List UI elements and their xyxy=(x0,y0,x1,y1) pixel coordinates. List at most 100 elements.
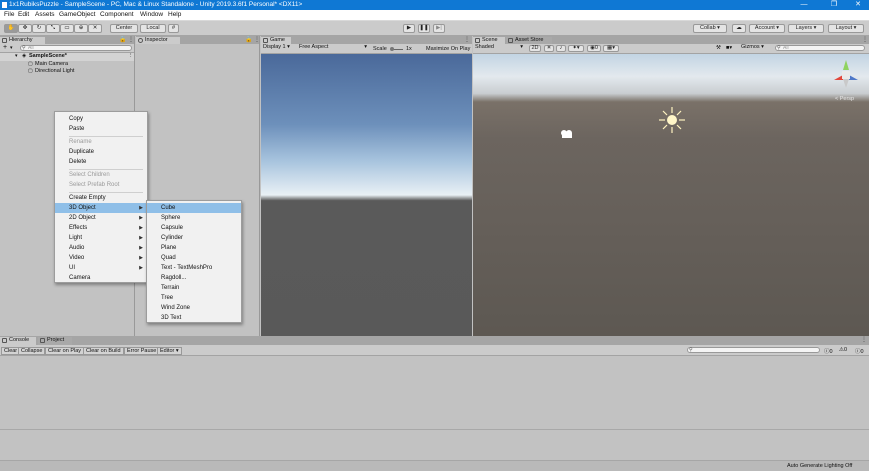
log-count-toggle[interactable]: ⓘ0 xyxy=(824,347,833,355)
clear-on-build-button[interactable]: Clear on Build xyxy=(83,347,124,355)
orientation-gizmo-icon[interactable] xyxy=(831,58,861,92)
scene-viewport[interactable]: < Persp xyxy=(473,54,869,336)
camera-icon[interactable]: ■▾ xyxy=(726,45,732,51)
2d-toggle[interactable]: 2D xyxy=(529,45,541,52)
submenu-item-capsule[interactable]: Capsule xyxy=(147,223,241,233)
pivot-center-toggle[interactable]: Center xyxy=(110,24,138,33)
lighting-toggle-icon[interactable]: ☀ xyxy=(544,45,554,52)
hierarchy-menu-icon[interactable]: ⋮ xyxy=(128,36,134,43)
play-button[interactable]: ▶ xyxy=(403,24,415,33)
menu-window[interactable]: Window xyxy=(140,11,163,18)
scene-search-input[interactable]: ⚲ All xyxy=(775,45,865,51)
layout-dropdown[interactable]: Layout ▾ xyxy=(828,24,864,33)
menu-edit[interactable]: Edit xyxy=(18,11,29,18)
menu-item-camera[interactable]: Camera xyxy=(55,273,147,283)
menu-item-effects[interactable]: Effects ▶ xyxy=(55,223,147,233)
rect-tool-icon[interactable]: ▭ xyxy=(60,24,74,33)
menu-component[interactable]: Component xyxy=(100,11,134,18)
tab-hierarchy[interactable]: Hierarchy xyxy=(0,37,45,44)
lock-icon[interactable]: 🔒 xyxy=(119,36,126,43)
error-pause-button[interactable]: Error Pause xyxy=(124,347,160,355)
tab-console[interactable]: Console xyxy=(0,337,36,345)
pause-button[interactable]: ❚❚ xyxy=(418,24,430,33)
game-menu-icon[interactable]: ⋮ xyxy=(464,36,470,43)
menu-item-3d-object[interactable]: 3D Object ▶ xyxy=(55,203,147,213)
snap-icon[interactable]: # xyxy=(168,24,179,33)
custom-tool-icon[interactable]: ✕ xyxy=(88,24,102,33)
menu-item-audio[interactable]: Audio ▶ xyxy=(55,243,147,253)
menu-item-light[interactable]: Light ▶ xyxy=(55,233,147,243)
add-dropdown-icon[interactable]: ▾ xyxy=(10,45,13,51)
submenu-item-sphere[interactable]: Sphere xyxy=(147,213,241,223)
submenu-item-textmeshpro[interactable]: Text - TextMeshPro xyxy=(147,263,241,273)
camera-gizmo-icon[interactable] xyxy=(560,129,574,139)
clear-on-play-button[interactable]: Clear on Play xyxy=(45,347,85,355)
gizmos-dropdown[interactable]: Gizmos ▾ xyxy=(739,44,769,52)
menu-item-ui[interactable]: UI ▶ xyxy=(55,263,147,273)
editor-dropdown[interactable]: Editor ▾ xyxy=(157,347,182,355)
console-menu-icon[interactable]: ⋮ xyxy=(861,336,867,343)
menu-assets[interactable]: Assets xyxy=(35,11,55,18)
collab-button[interactable]: Collab ▾ xyxy=(693,24,727,33)
console-search-input[interactable]: ⚲ xyxy=(687,347,820,353)
lock-icon[interactable]: 🔒 xyxy=(245,36,252,43)
console-splitter[interactable] xyxy=(0,429,869,430)
shading-dropdown[interactable]: Shaded ▾ xyxy=(473,44,525,52)
tab-inspector[interactable]: Inspector xyxy=(136,37,180,44)
account-dropdown[interactable]: Account ▾ xyxy=(749,24,785,33)
warning-count-toggle[interactable]: ⚠0 xyxy=(839,347,847,353)
effects-toggle-icon[interactable]: ✦▾ xyxy=(568,45,584,52)
move-tool-icon[interactable]: ✥ xyxy=(18,24,32,33)
submenu-item-ragdoll[interactable]: Ragdoll... xyxy=(147,273,241,283)
menu-item-duplicate[interactable]: Duplicate xyxy=(55,147,147,157)
minimize-button[interactable]: — xyxy=(793,0,815,10)
menu-item-paste[interactable]: Paste xyxy=(55,124,147,134)
directional-light-gizmo-icon[interactable] xyxy=(657,105,687,135)
tab-project[interactable]: Project xyxy=(38,337,72,345)
tools-icon[interactable]: ⚒ xyxy=(716,45,721,51)
collapse-button[interactable]: Collapse xyxy=(18,347,46,355)
scene-menu-icon[interactable]: ⋮ xyxy=(128,53,134,59)
menu-file[interactable]: File xyxy=(4,11,14,18)
tab-asset-store[interactable]: Asset Store xyxy=(506,37,552,44)
tab-game[interactable]: Game xyxy=(261,37,291,44)
maximize-on-play-toggle[interactable]: Maximize On Play xyxy=(426,46,470,52)
scale-tool-icon[interactable]: ⤡ xyxy=(46,24,60,33)
maximize-button[interactable]: ❐ xyxy=(823,0,845,10)
menu-item-copy[interactable]: Copy xyxy=(55,114,147,124)
submenu-item-terrain[interactable]: Terrain xyxy=(147,283,241,293)
error-count-toggle[interactable]: ⓘ0 xyxy=(855,347,864,355)
submenu-item-cube[interactable]: Cube xyxy=(147,203,241,213)
scene-row[interactable]: ▾ ◈ SampleScene* ⋮ xyxy=(0,53,134,61)
audio-toggle-icon[interactable]: ♪ xyxy=(556,45,566,52)
menu-help[interactable]: Help xyxy=(168,11,181,18)
grid-toggle-icon[interactable]: ▦▾ xyxy=(603,45,619,52)
layers-dropdown[interactable]: Layers ▾ xyxy=(788,24,824,33)
menu-item-video[interactable]: Video ▶ xyxy=(55,253,147,263)
list-item[interactable]: ▢ Directional Light xyxy=(0,68,134,76)
submenu-item-quad[interactable]: Quad xyxy=(147,253,241,263)
hidden-objects-toggle[interactable]: ◉0 xyxy=(587,45,601,52)
expand-arrow-icon[interactable]: ▾ xyxy=(15,53,18,59)
display-dropdown[interactable]: Display 1 ▾ xyxy=(261,44,296,52)
pivot-space-toggle[interactable]: Local xyxy=(140,24,166,33)
submenu-item-3d-text[interactable]: 3D Text xyxy=(147,313,241,323)
inspector-menu-icon[interactable]: ⋮ xyxy=(254,36,260,43)
step-button[interactable]: ▶| xyxy=(433,24,445,33)
cloud-icon[interactable]: ☁ xyxy=(732,24,746,33)
add-button[interactable]: + xyxy=(3,44,7,51)
menu-gameobject[interactable]: GameObject xyxy=(59,11,96,18)
submenu-item-wind-zone[interactable]: Wind Zone xyxy=(147,303,241,313)
game-viewport[interactable] xyxy=(261,54,472,336)
menu-item-delete[interactable]: Delete xyxy=(55,157,147,167)
close-button[interactable]: ✕ xyxy=(847,0,869,10)
submenu-item-cylinder[interactable]: Cylinder xyxy=(147,233,241,243)
hand-tool-icon[interactable]: ✋ xyxy=(4,24,18,33)
menu-item-create-empty[interactable]: Create Empty xyxy=(55,193,147,203)
scale-slider-thumb[interactable] xyxy=(390,47,394,51)
transform-tool-icon[interactable]: ⊕ xyxy=(74,24,88,33)
tab-scene[interactable]: Scene xyxy=(473,37,505,44)
submenu-item-plane[interactable]: Plane xyxy=(147,243,241,253)
hierarchy-search-input[interactable]: ⚲ All xyxy=(20,45,132,51)
submenu-item-tree[interactable]: Tree xyxy=(147,293,241,303)
